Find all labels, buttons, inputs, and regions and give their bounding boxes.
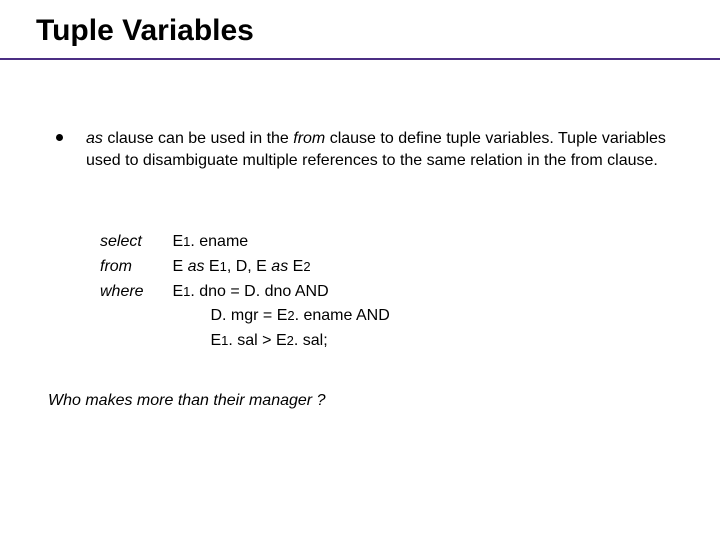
sql-block: select E1. ename from E as E1, D, E as E… [100,230,390,354]
sub-2a: 2 [303,259,310,274]
sql-l2-b: E1, D, E [204,258,271,275]
sql-l2-a: E [172,258,187,275]
bullet-seg1: as [86,130,107,147]
bullet-seg3: from [293,130,329,147]
bullet-seg2: clause can be used in the [107,130,293,147]
as-keyword-2: as [271,258,288,275]
page-title: Tuple Variables [36,14,254,48]
sql-line-1: select E1. ename [100,230,390,255]
sql-l1-rest: E1. ename [172,233,248,250]
sub-1c: 1 [183,284,190,299]
select-keyword: select [100,230,168,255]
sql-l2-c: E2 [288,258,310,275]
bullet-item: as clause can be used in the from clause… [56,128,666,171]
sub-1b: 1 [220,259,227,274]
slide: Tuple Variables as clause can be used in… [0,0,720,540]
from-keyword: from [100,255,168,280]
sub-2c: 2 [287,333,294,348]
sub-1a: 1 [183,234,190,249]
sub-2b: 2 [287,308,294,323]
sub-1d: 1 [221,333,228,348]
title-underline [0,58,720,60]
bullet-text: as clause can be used in the from clause… [86,128,666,171]
sql-l5: E1. sal > E2. sal; [210,332,327,349]
sql-l3: E1. dno = D. dno AND [172,283,328,300]
bullet-dot-icon [56,134,63,141]
as-keyword-1: as [188,258,205,275]
sql-line-4: D. mgr = E2. ename AND [100,304,390,329]
sql-line-2: from E as E1, D, E as E2 [100,255,390,280]
sql-l4: D. mgr = E2. ename AND [210,307,389,324]
where-keyword: where [100,280,168,305]
question-text: Who makes more than their manager ? [48,392,325,410]
sql-line-3: where E1. dno = D. dno AND [100,280,390,305]
sql-line-5: E1. sal > E2. sal; [100,329,390,354]
